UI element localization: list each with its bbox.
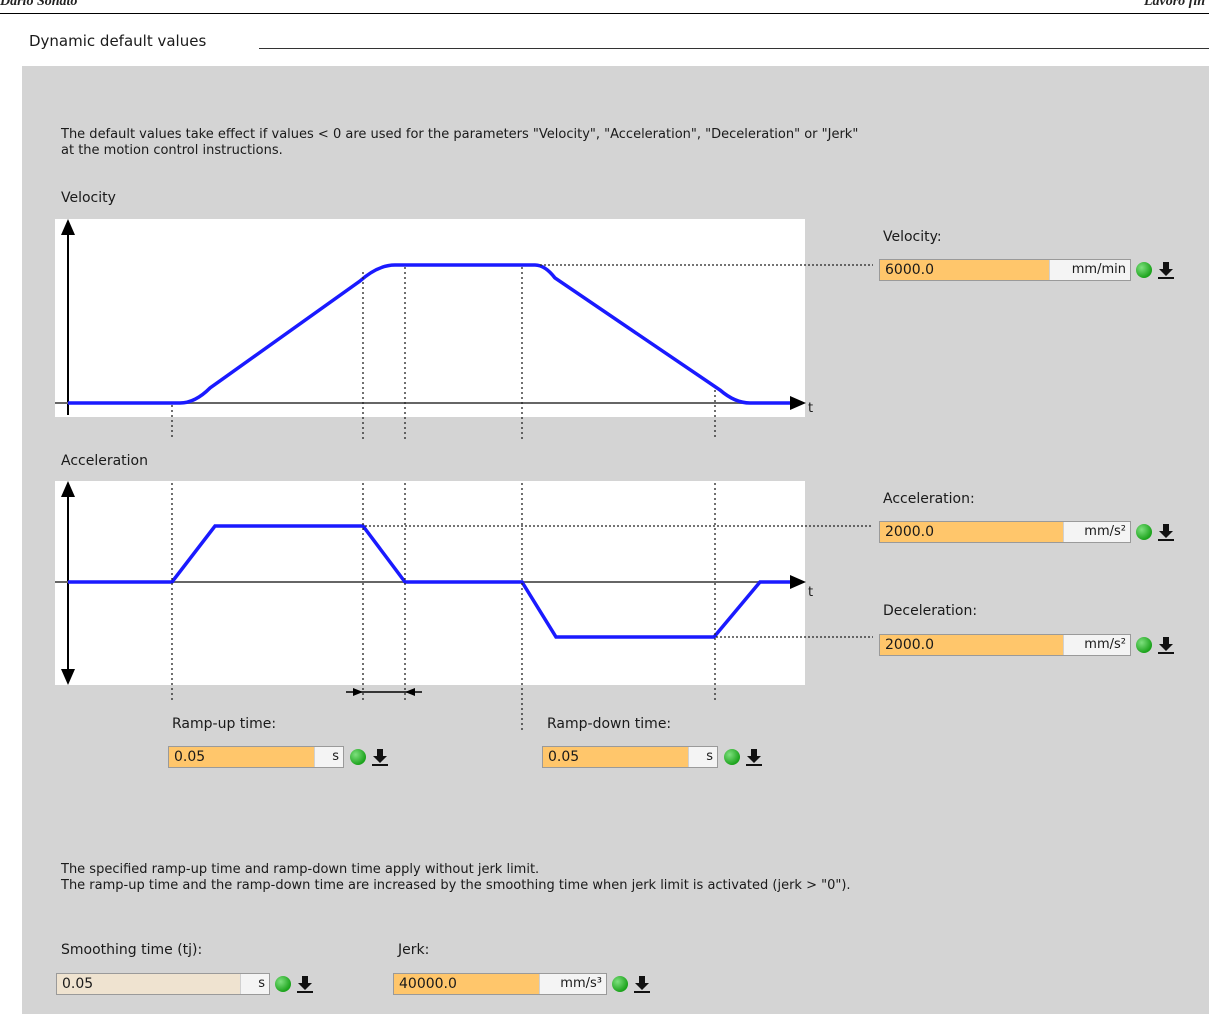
download-arrow-icon[interactable] — [1157, 523, 1174, 541]
green-status-dot-icon — [275, 976, 291, 992]
ramp-up-time-field[interactable]: 0.05 s — [168, 746, 344, 768]
ramp-up-time-input[interactable]: 0.05 — [169, 747, 314, 767]
jerk-label: Jerk: — [398, 942, 430, 958]
ramp-up-time-label: Ramp-up time: — [172, 716, 277, 732]
download-arrow-icon[interactable] — [1157, 261, 1174, 279]
deceleration-field[interactable]: 2000.0 mm/s² — [879, 634, 1131, 656]
acceleration-y-down-arrow-icon — [61, 669, 75, 685]
velocity-input[interactable]: 6000.0 — [880, 260, 1049, 280]
download-arrow-icon[interactable] — [745, 748, 762, 766]
time-guides — [171, 267, 716, 730]
acceleration-y-up-arrow-icon — [61, 481, 75, 497]
velocity-y-arrow-icon — [61, 219, 75, 235]
deceleration-input[interactable]: 2000.0 — [880, 635, 1063, 655]
acceleration-input[interactable]: 2000.0 — [880, 522, 1063, 542]
ramp-down-time-unit: s — [688, 747, 717, 767]
green-status-dot-icon — [724, 749, 740, 765]
ramp-down-time-label: Ramp-down time: — [547, 716, 672, 732]
note-text-line1: The specified ramp-up time and ramp-down… — [61, 862, 540, 877]
acceleration-label: Acceleration: — [883, 491, 975, 507]
velocity-curve — [68, 263, 790, 405]
green-status-dot-icon — [612, 976, 628, 992]
green-status-dot-icon — [350, 749, 366, 765]
smoothing-time-unit: s — [240, 974, 269, 994]
jerk-field[interactable]: 40000.0 mm/s³ — [393, 973, 607, 995]
green-status-dot-icon — [1136, 524, 1152, 540]
velocity-time-axis-label: t — [808, 401, 814, 416]
jerk-unit: mm/s³ — [539, 974, 606, 994]
note-text-line2: The ramp-up time and the ramp-down time … — [61, 878, 851, 893]
ramp-up-time-unit: s — [314, 747, 343, 767]
smoothing-time-field[interactable]: 0.05 s — [56, 973, 270, 995]
download-arrow-icon[interactable] — [296, 975, 313, 993]
download-arrow-icon[interactable] — [633, 975, 650, 993]
green-status-dot-icon — [1136, 637, 1152, 653]
jerk-input[interactable]: 40000.0 — [394, 974, 539, 994]
velocity-label: Velocity: — [883, 229, 942, 245]
velocity-unit: mm/min — [1049, 260, 1130, 280]
download-arrow-icon[interactable] — [371, 748, 388, 766]
green-status-dot-icon — [1136, 262, 1152, 278]
acceleration-x-arrow-icon — [790, 575, 806, 589]
acceleration-field[interactable]: 2000.0 mm/s² — [879, 521, 1131, 543]
ramp-down-time-input[interactable]: 0.05 — [543, 747, 688, 767]
ramp-down-time-field[interactable]: 0.05 s — [542, 746, 718, 768]
velocity-field[interactable]: 6000.0 mm/min — [879, 259, 1131, 281]
velocity-x-arrow-icon — [790, 396, 806, 410]
download-arrow-icon[interactable] — [1157, 636, 1174, 654]
deceleration-unit: mm/s² — [1063, 635, 1130, 655]
smoothing-time-label: Smoothing time (tj): — [61, 942, 203, 958]
deceleration-label: Deceleration: — [883, 603, 978, 619]
smoothing-time-input[interactable]: 0.05 — [57, 974, 240, 994]
acceleration-time-axis-label: t — [808, 585, 814, 600]
acceleration-unit: mm/s² — [1063, 522, 1130, 542]
